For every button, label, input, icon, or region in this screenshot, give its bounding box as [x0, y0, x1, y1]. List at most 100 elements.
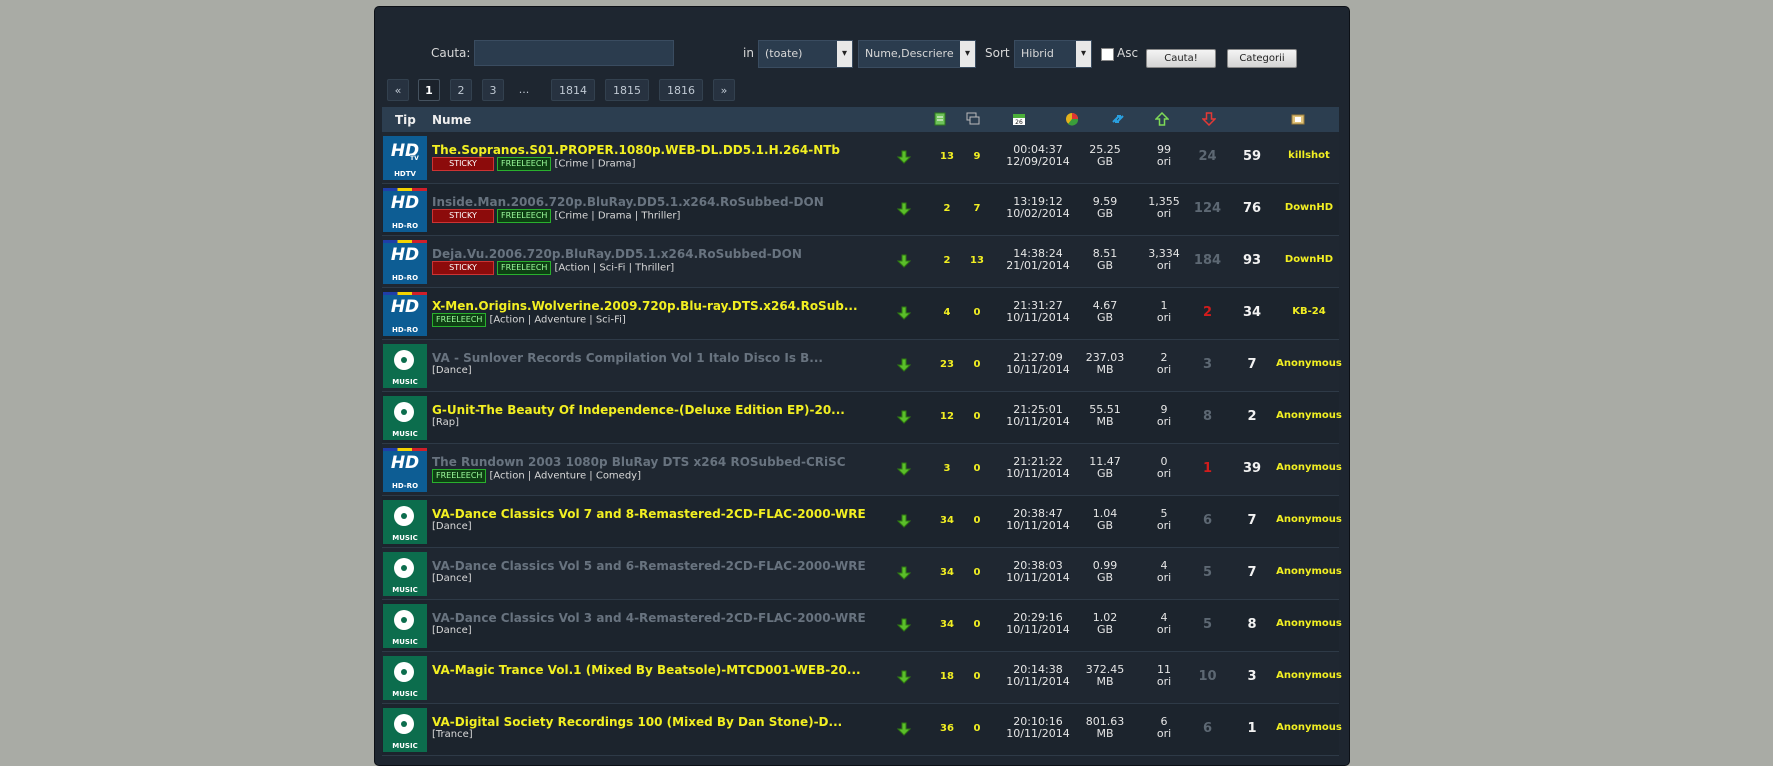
seeders-count[interactable]: 124 — [1185, 201, 1230, 216]
leechers-count[interactable]: 93 — [1227, 253, 1277, 268]
category-hd-icon[interactable]: HD HD-RO — [383, 292, 427, 336]
files-count[interactable]: 2 — [932, 255, 962, 266]
table-row[interactable]: HD HD-RO The Rundown 2003 1080p BluRay DTS… — [382, 444, 1342, 496]
download-icon[interactable] — [896, 618, 912, 632]
torrent-title-link[interactable]: VA-Dance Classics Vol 5 and 6-Remastered… — [432, 559, 866, 573]
category-select[interactable]: (toate) ▾ — [758, 40, 853, 68]
table-row[interactable]: MUSIC VA-Dance Classics Vol 5 and 6-Remas… — [382, 548, 1342, 600]
categories-button[interactable]: Categorii — [1227, 49, 1297, 68]
category-music-icon[interactable]: MUSIC — [383, 656, 427, 700]
seeders-count[interactable]: 8 — [1185, 409, 1230, 424]
page-link[interactable]: 1816 — [659, 79, 703, 101]
files-count[interactable]: 2 — [932, 203, 962, 214]
seeders-count[interactable]: 2 — [1185, 305, 1230, 320]
sort-select[interactable]: Hibrid ▾ — [1014, 40, 1092, 68]
seeders-count[interactable]: 5 — [1185, 617, 1230, 632]
table-row[interactable]: HD HD-RO Inside.Man.2006.720p.BluRay.DD5.1… — [382, 184, 1339, 236]
page-link[interactable]: 1815 — [605, 79, 649, 101]
table-row[interactable]: MUSIC VA - Sunlover Records Compilation V… — [382, 340, 1342, 392]
torrent-title-link[interactable]: X-Men.Origins.Wolverine.2009.720p.Blu-ra… — [432, 299, 858, 313]
uploader-name[interactable]: Anonymous — [1275, 566, 1343, 577]
table-row[interactable]: HD HD-RO Deja.Vu.2006.720p.BluRay.DD5.1.x2… — [382, 236, 1339, 288]
comments-count[interactable]: 0 — [962, 723, 992, 734]
search-input[interactable] — [474, 40, 674, 66]
size-icon[interactable] — [1065, 112, 1079, 126]
comments-count[interactable]: 0 — [962, 567, 992, 578]
download-icon[interactable] — [896, 358, 912, 372]
page-link[interactable]: 2 — [450, 79, 472, 101]
comments-count[interactable]: 9 — [962, 151, 992, 162]
uploader-name[interactable]: killshot — [1275, 150, 1343, 161]
leechers-count[interactable]: 76 — [1227, 201, 1277, 216]
page-link[interactable]: 1814 — [551, 79, 595, 101]
download-icon[interactable] — [896, 722, 912, 736]
files-count[interactable]: 36 — [932, 723, 962, 734]
comments-count[interactable]: 13 — [962, 255, 992, 266]
torrent-title-link[interactable]: VA-Magic Trance Vol.1 (Mixed By Beatsole… — [432, 663, 861, 677]
uploader-name[interactable]: DownHD — [1275, 202, 1343, 213]
seeders-count[interactable]: 1 — [1185, 461, 1230, 476]
uploader-name[interactable]: KB-24 — [1275, 306, 1343, 317]
files-count[interactable]: 13 — [932, 151, 962, 162]
download-icon[interactable] — [896, 254, 912, 268]
category-music-icon[interactable]: MUSIC — [383, 344, 427, 388]
search-field-select[interactable]: Nume,Descriere ▾ — [858, 40, 976, 68]
table-row[interactable]: MUSIC G-Unit-The Beauty Of Independence-(… — [382, 392, 1342, 444]
comments-count[interactable]: 0 — [962, 411, 992, 422]
files-count[interactable]: 34 — [932, 515, 962, 526]
files-count[interactable]: 34 — [932, 567, 962, 578]
files-count[interactable]: 23 — [932, 359, 962, 370]
uploader-name[interactable]: Anonymous — [1275, 722, 1343, 733]
download-icon[interactable] — [896, 202, 912, 216]
leechers-count[interactable]: 34 — [1227, 305, 1277, 320]
date-icon[interactable]: 26 — [1012, 112, 1026, 126]
leechers-count[interactable]: 2 — [1227, 409, 1277, 424]
category-music-icon[interactable]: MUSIC — [383, 396, 427, 440]
uploader-name[interactable]: Anonymous — [1275, 462, 1343, 473]
seeders-count[interactable]: 10 — [1185, 669, 1230, 684]
download-icon[interactable] — [896, 670, 912, 684]
seeders-count[interactable]: 6 — [1185, 513, 1230, 528]
files-count[interactable]: 3 — [932, 463, 962, 474]
torrent-title-link[interactable]: VA-Digital Society Recordings 100 (Mixed… — [432, 715, 842, 729]
seeders-count[interactable]: 6 — [1185, 721, 1230, 736]
comments-count[interactable]: 0 — [962, 515, 992, 526]
category-hd-icon[interactable]: HD HD-RO — [383, 448, 427, 492]
torrent-title-link[interactable]: The.Sopranos.S01.PROPER.1080p.WEB-DL.DD5… — [432, 143, 840, 157]
table-row[interactable]: HD HD-RO X-Men.Origins.Wolverine.2009.720p… — [382, 288, 1339, 340]
category-music-icon[interactable]: MUSIC — [383, 552, 427, 596]
torrent-title-link[interactable]: Inside.Man.2006.720p.BluRay.DD5.1.x264.R… — [432, 195, 824, 209]
uploader-name[interactable]: Anonymous — [1275, 514, 1343, 525]
search-button[interactable]: Cauta! — [1146, 49, 1216, 68]
torrent-title-link[interactable]: Deja.Vu.2006.720p.BluRay.DD5.1.x264.RoSu… — [432, 247, 802, 261]
files-count[interactable]: 34 — [932, 619, 962, 630]
category-music-icon[interactable]: MUSIC — [383, 500, 427, 544]
comments-count[interactable]: 7 — [962, 203, 992, 214]
leechers-count[interactable]: 39 — [1227, 461, 1277, 476]
seeders-count[interactable]: 24 — [1185, 149, 1230, 164]
torrent-title-link[interactable]: VA-Dance Classics Vol 7 and 8-Remastered… — [432, 507, 866, 521]
torrent-title-link[interactable]: VA-Dance Classics Vol 3 and 4-Remastered… — [432, 611, 866, 625]
comments-count[interactable]: 0 — [962, 359, 992, 370]
uploader-name[interactable]: Anonymous — [1275, 358, 1343, 369]
torrent-title-link[interactable]: The Rundown 2003 1080p BluRay DTS x264 R… — [432, 455, 846, 469]
category-hd-icon[interactable]: HD HD-RO — [383, 188, 427, 232]
download-icon[interactable] — [896, 514, 912, 528]
leechers-count[interactable]: 8 — [1227, 617, 1277, 632]
torrent-title-link[interactable]: VA - Sunlover Records Compilation Vol 1 … — [432, 351, 823, 365]
page-prev[interactable]: « — [387, 79, 409, 101]
leechers-count[interactable]: 3 — [1227, 669, 1277, 684]
page-link[interactable]: 1 — [418, 79, 440, 101]
torrent-title-link[interactable]: G-Unit-The Beauty Of Independence-(Delux… — [432, 403, 845, 417]
category-music-icon[interactable]: MUSIC — [383, 604, 427, 648]
comments-count[interactable]: 0 — [962, 671, 992, 682]
col-nume[interactable]: Nume — [432, 113, 471, 127]
leechers-count[interactable]: 7 — [1227, 513, 1277, 528]
comments-icon[interactable] — [966, 112, 980, 126]
download-icon[interactable] — [896, 150, 912, 164]
download-icon[interactable] — [896, 306, 912, 320]
col-tip[interactable]: Tip — [395, 113, 416, 127]
seeders-icon[interactable] — [1154, 111, 1170, 126]
comments-count[interactable]: 0 — [962, 463, 992, 474]
seeders-count[interactable]: 184 — [1185, 253, 1230, 268]
